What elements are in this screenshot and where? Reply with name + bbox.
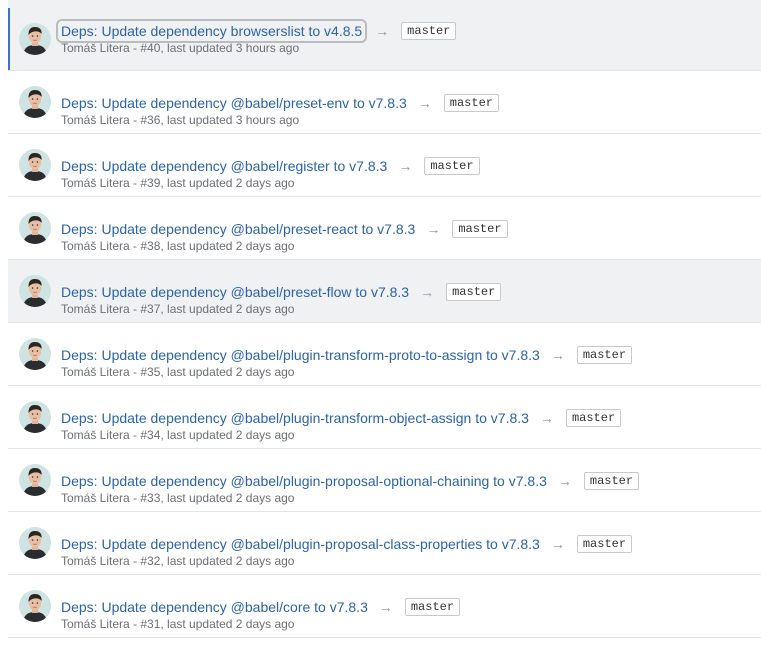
pull-request-meta: Tomáš Litera - #35, last updated 2 days … — [61, 365, 295, 379]
author-avatar — [19, 86, 51, 118]
arrow-right-icon: → — [398, 158, 413, 174]
arrow-right-icon: → — [550, 536, 565, 552]
pull-request-row[interactable]: Deps: Update dependency @babel/preset-re… — [8, 197, 761, 260]
arrow-right-icon: → — [378, 599, 393, 615]
pull-request-row[interactable]: Deps: Update dependency @babel/preset-en… — [8, 71, 761, 134]
pull-request-title-link[interactable]: Deps: Update dependency browserslist to … — [55, 19, 368, 43]
author-avatar — [19, 527, 51, 559]
arrow-right-icon: → — [539, 410, 554, 426]
pull-request-meta: Tomáš Litera - #34, last updated 2 days … — [61, 428, 295, 442]
pull-request-row[interactable]: Deps: Update dependency browserslist to … — [8, 0, 761, 71]
author-avatar — [19, 275, 51, 307]
target-branch-label: master — [583, 472, 640, 490]
arrow-right-icon: → — [557, 473, 572, 489]
pull-request-title-link[interactable]: Deps: Update dependency @babel/plugin-tr… — [61, 409, 529, 427]
pull-request-row[interactable]: Deps: Update dependency @babel/preset-fl… — [8, 260, 761, 323]
pull-request-title-line: Deps: Update dependency @babel/preset-re… — [61, 219, 508, 239]
pull-request-meta: Tomáš Litera - #40, last updated 3 hours… — [61, 41, 300, 55]
pull-request-title-link[interactable]: Deps: Update dependency @babel/plugin-tr… — [61, 346, 540, 364]
pull-request-meta: Tomáš Litera - #39, last updated 2 days … — [61, 176, 295, 190]
author-avatar — [19, 338, 51, 370]
pull-request-meta: Tomáš Litera - #33, last updated 2 days … — [61, 491, 295, 505]
pull-request-row[interactable]: Deps: Update dependency @babel/plugin-tr… — [8, 386, 761, 449]
pull-request-row[interactable]: Deps: Update dependency @babel/plugin-pr… — [8, 512, 761, 575]
pull-request-title-link[interactable]: Deps: Update dependency @babel/core to v… — [61, 598, 368, 616]
target-branch-label: master — [565, 409, 622, 427]
pull-request-row[interactable]: Deps: Update dependency @babel/register … — [8, 134, 761, 197]
pull-request-title-line: Deps: Update dependency browserslist to … — [55, 19, 457, 43]
author-avatar — [19, 590, 51, 622]
pull-request-title-link[interactable]: Deps: Update dependency @babel/preset-en… — [61, 94, 407, 112]
pull-request-meta: Tomáš Litera - #32, last updated 2 days … — [61, 554, 295, 568]
pull-request-title-link[interactable]: Deps: Update dependency @babel/preset-re… — [61, 220, 415, 238]
pull-request-row[interactable]: Deps: Update dependency @babel/plugin-pr… — [8, 449, 761, 512]
target-branch-label: master — [404, 598, 461, 616]
arrow-right-icon: → — [417, 95, 432, 111]
author-avatar — [19, 212, 51, 244]
pull-request-meta: Tomáš Litera - #31, last updated 2 days … — [61, 617, 295, 631]
pull-request-title-line: Deps: Update dependency @babel/register … — [61, 156, 480, 176]
pull-request-title-link[interactable]: Deps: Update dependency @babel/preset-fl… — [61, 283, 409, 301]
pull-request-title-line: Deps: Update dependency @babel/plugin-pr… — [61, 534, 633, 554]
target-branch-label: master — [576, 535, 633, 553]
pull-request-row[interactable]: Deps: Update dependency @babel/plugin-tr… — [8, 323, 761, 386]
pull-request-title-link[interactable]: Deps: Update dependency @babel/plugin-pr… — [61, 535, 540, 553]
arrow-right-icon: → — [375, 23, 390, 39]
pull-request-meta: Tomáš Litera - #38, last updated 2 days … — [61, 239, 295, 253]
pull-request-title-link[interactable]: Deps: Update dependency @babel/plugin-pr… — [61, 472, 547, 490]
pull-request-meta: Tomáš Litera - #37, last updated 2 days … — [61, 302, 295, 316]
author-avatar — [19, 149, 51, 181]
pull-request-row[interactable]: Deps: Update dependency @babel/core to v… — [8, 575, 761, 638]
target-branch-label: master — [443, 94, 499, 112]
author-avatar — [19, 23, 51, 55]
pull-request-title-link[interactable]: Deps: Update dependency @babel/register … — [61, 157, 387, 175]
author-avatar — [19, 401, 51, 433]
arrow-right-icon: → — [420, 284, 435, 300]
author-avatar — [19, 464, 51, 496]
pull-request-meta: Tomáš Litera - #36, last updated 3 hours… — [61, 113, 300, 127]
pull-request-title-line: Deps: Update dependency @babel/core to v… — [61, 597, 461, 617]
target-branch-label: master — [424, 157, 480, 175]
arrow-right-icon: → — [426, 221, 441, 237]
pull-request-list: Deps: Update dependency browserslist to … — [8, 0, 761, 638]
pull-request-title-line: Deps: Update dependency @babel/plugin-tr… — [61, 345, 633, 365]
target-branch-label: master — [576, 346, 633, 364]
arrow-right-icon: → — [550, 347, 565, 363]
pull-request-title-line: Deps: Update dependency @babel/plugin-tr… — [61, 408, 622, 428]
target-branch-label: master — [446, 283, 502, 301]
pull-request-title-line: Deps: Update dependency @babel/preset-en… — [61, 93, 499, 113]
target-branch-label: master — [452, 220, 508, 238]
pull-request-title-line: Deps: Update dependency @babel/preset-fl… — [61, 282, 502, 302]
target-branch-label: master — [401, 22, 457, 40]
pull-request-title-line: Deps: Update dependency @babel/plugin-pr… — [61, 471, 640, 491]
